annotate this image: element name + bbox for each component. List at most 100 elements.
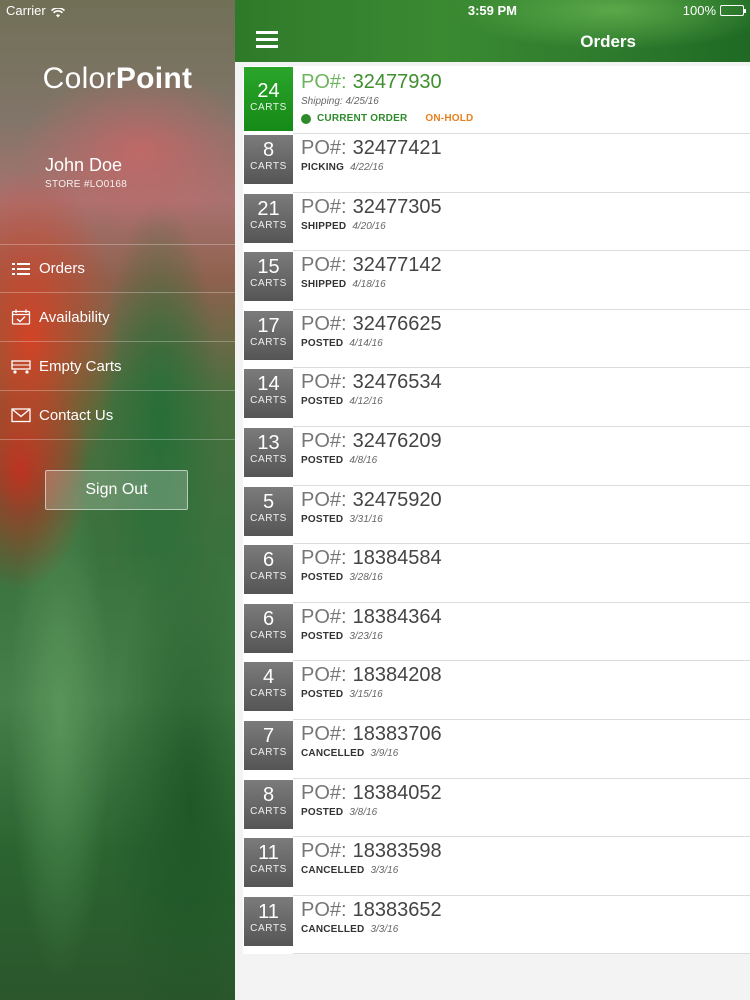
menu-item-contact-us[interactable]: Contact Us xyxy=(0,391,235,440)
order-row[interactable]: 6 CARTS PO#: 18384364 POSTED 3/23/16 xyxy=(243,602,750,662)
po-label: PO#: xyxy=(301,137,347,159)
po-label: PO#: xyxy=(301,371,347,394)
order-status: POSTED xyxy=(301,513,344,525)
order-status: SHIPPED xyxy=(301,220,347,232)
order-row[interactable]: 4 CARTS PO#: 18384208 POSTED 3/15/16 xyxy=(243,661,750,720)
order-status-line: POSTED 3/23/16 xyxy=(301,631,383,642)
carrier-label: Carrier xyxy=(6,3,46,18)
cart-count-badge: 7 CARTS xyxy=(244,720,293,770)
cart-unit: CARTS xyxy=(250,453,287,465)
po-label: PO#: xyxy=(301,312,347,335)
cart-unit: CARTS xyxy=(250,688,287,700)
cart-count-badge: 8 CARTS xyxy=(244,135,293,184)
cart-unit: CARTS xyxy=(250,629,287,641)
cart-count: 15 xyxy=(257,256,280,279)
po-label: PO#: xyxy=(301,254,347,277)
po-label: PO#: xyxy=(301,71,347,93)
cart-count-badge: 6 CARTS xyxy=(244,545,293,595)
order-status-line: POSTED 4/14/16 xyxy=(301,338,383,349)
po-number: PO#: 18383652 xyxy=(301,899,442,922)
po-value: 32477421 xyxy=(352,137,442,159)
cart-count-badge: 11 CARTS xyxy=(244,896,293,946)
order-row[interactable]: 21 CARTS PO#: 32477305 SHIPPED 4/20/16 xyxy=(243,192,750,252)
calendar-check-icon xyxy=(11,309,31,325)
order-date: 3/8/16 xyxy=(349,806,378,818)
cart-count-badge: 6 CARTS xyxy=(244,603,293,653)
order-row[interactable]: 6 CARTS PO#: 18384584 POSTED 3/28/16 xyxy=(243,544,750,603)
order-date: 3/3/16 xyxy=(370,923,399,935)
order-row[interactable]: 11 CARTS PO#: 18383652 CANCELLED 3/3/16 xyxy=(243,895,750,955)
page-title: Orders xyxy=(580,32,636,51)
po-number: PO#: 18384208 xyxy=(301,664,442,687)
order-status-line: POSTED 4/8/16 xyxy=(301,455,377,466)
order-status: POSTED xyxy=(301,630,344,642)
current-order-label: CURRENT ORDER xyxy=(317,113,408,124)
cart-unit: CARTS xyxy=(250,805,287,817)
cart-unit: CARTS xyxy=(250,746,287,758)
menu-item-orders[interactable]: Orders xyxy=(0,244,235,293)
status-time: 3:59 PM xyxy=(467,3,517,18)
po-number: PO#: 32477421 xyxy=(301,137,442,160)
order-status-line: SHIPPED 4/20/16 xyxy=(301,221,386,232)
po-label: PO#: xyxy=(301,781,347,804)
po-number: PO#: 32476534 xyxy=(301,371,442,394)
po-value: 32476209 xyxy=(352,429,442,452)
cart-count: 13 xyxy=(257,431,280,454)
order-row[interactable]: 8 CARTS PO#: 18384052 POSTED 3/8/16 xyxy=(243,778,750,838)
menu-label-contact-us: Contact Us xyxy=(39,406,114,424)
cart-unit: CARTS xyxy=(250,219,287,231)
po-number: PO#: 32476209 xyxy=(301,430,442,453)
cart-count-badge: 5 CARTS xyxy=(244,486,293,536)
po-value: 18383652 xyxy=(352,898,442,921)
order-status-line: POSTED 3/31/16 xyxy=(301,514,383,525)
menu-label-empty-carts: Empty Carts xyxy=(39,357,122,375)
po-label: PO#: xyxy=(301,195,347,218)
user-name: John Doe xyxy=(45,155,123,175)
order-row[interactable]: 13 CARTS PO#: 32476209 POSTED 4/8/16 xyxy=(243,426,750,486)
po-value: 32475920 xyxy=(352,488,442,511)
po-value: 18384584 xyxy=(352,547,442,570)
menu-item-availability[interactable]: Availability xyxy=(0,293,235,342)
current-order-row[interactable]: 24 CARTS PO#: 32477930 Shipping: 4/25/16 … xyxy=(243,66,750,134)
order-status-line: SHIPPED 4/18/16 xyxy=(301,279,386,290)
po-number: PO#: 18383598 xyxy=(301,840,442,863)
cart-count-badge: 15 CARTS xyxy=(244,252,293,302)
order-row[interactable]: 5 CARTS PO#: 32475920 POSTED 3/31/16 xyxy=(243,485,750,545)
drawer-menu: Orders Availability Empty Carts Contact … xyxy=(0,244,235,440)
order-date: 3/3/16 xyxy=(370,865,399,877)
order-status-line: POSTED 3/28/16 xyxy=(301,572,383,583)
sign-out-button[interactable]: Sign Out xyxy=(45,470,188,510)
order-status: POSTED xyxy=(301,454,344,466)
cart-count: 14 xyxy=(257,373,280,396)
cart-count: 8 xyxy=(262,139,275,161)
order-row[interactable]: 14 CARTS PO#: 32476534 POSTED 4/12/16 xyxy=(243,368,750,427)
po-number: PO#: 18383706 xyxy=(301,723,442,746)
order-status-line: POSTED 3/15/16 xyxy=(301,689,383,700)
po-number: PO#: 18384584 xyxy=(301,547,442,570)
po-label: PO#: xyxy=(301,488,347,511)
order-row[interactable]: 11 CARTS PO#: 18383598 CANCELLED 3/3/16 xyxy=(243,837,750,896)
cart-count-badge: 17 CARTS xyxy=(244,310,293,360)
cart-unit: CARTS xyxy=(250,922,287,934)
order-date: 4/12/16 xyxy=(349,396,383,408)
po-value: 32477305 xyxy=(352,195,442,218)
cart-count: 11 xyxy=(258,900,279,923)
order-status: POSTED xyxy=(301,806,344,818)
cart-unit: CARTS xyxy=(250,571,287,583)
order-row[interactable]: 8 CARTS PO#: 32477421 PICKING 4/22/16 xyxy=(243,134,750,193)
po-label: PO#: xyxy=(301,722,347,745)
po-value: 32477930 xyxy=(352,71,442,93)
po-label: PO#: xyxy=(301,898,347,921)
order-status: POSTED xyxy=(301,396,344,408)
cart-unit: CARTS xyxy=(250,395,287,407)
order-row[interactable]: 7 CARTS PO#: 18383706 CANCELLED 3/9/16 xyxy=(243,719,750,779)
order-row[interactable]: 15 CARTS PO#: 32477142 SHIPPED 4/18/16 xyxy=(243,251,750,310)
order-status: POSTED xyxy=(301,572,344,584)
menu-item-empty-carts[interactable]: Empty Carts xyxy=(0,342,235,391)
order-row[interactable]: 17 CARTS PO#: 32476625 POSTED 4/14/16 xyxy=(243,309,750,369)
order-status-line: CANCELLED 3/3/16 xyxy=(301,924,398,935)
orders-list: 24 CARTS PO#: 32477930 Shipping: 4/25/16 … xyxy=(243,66,750,955)
battery-icon xyxy=(720,5,746,16)
cart-count-badge: 8 CARTS xyxy=(244,779,293,829)
list-icon xyxy=(11,261,31,277)
